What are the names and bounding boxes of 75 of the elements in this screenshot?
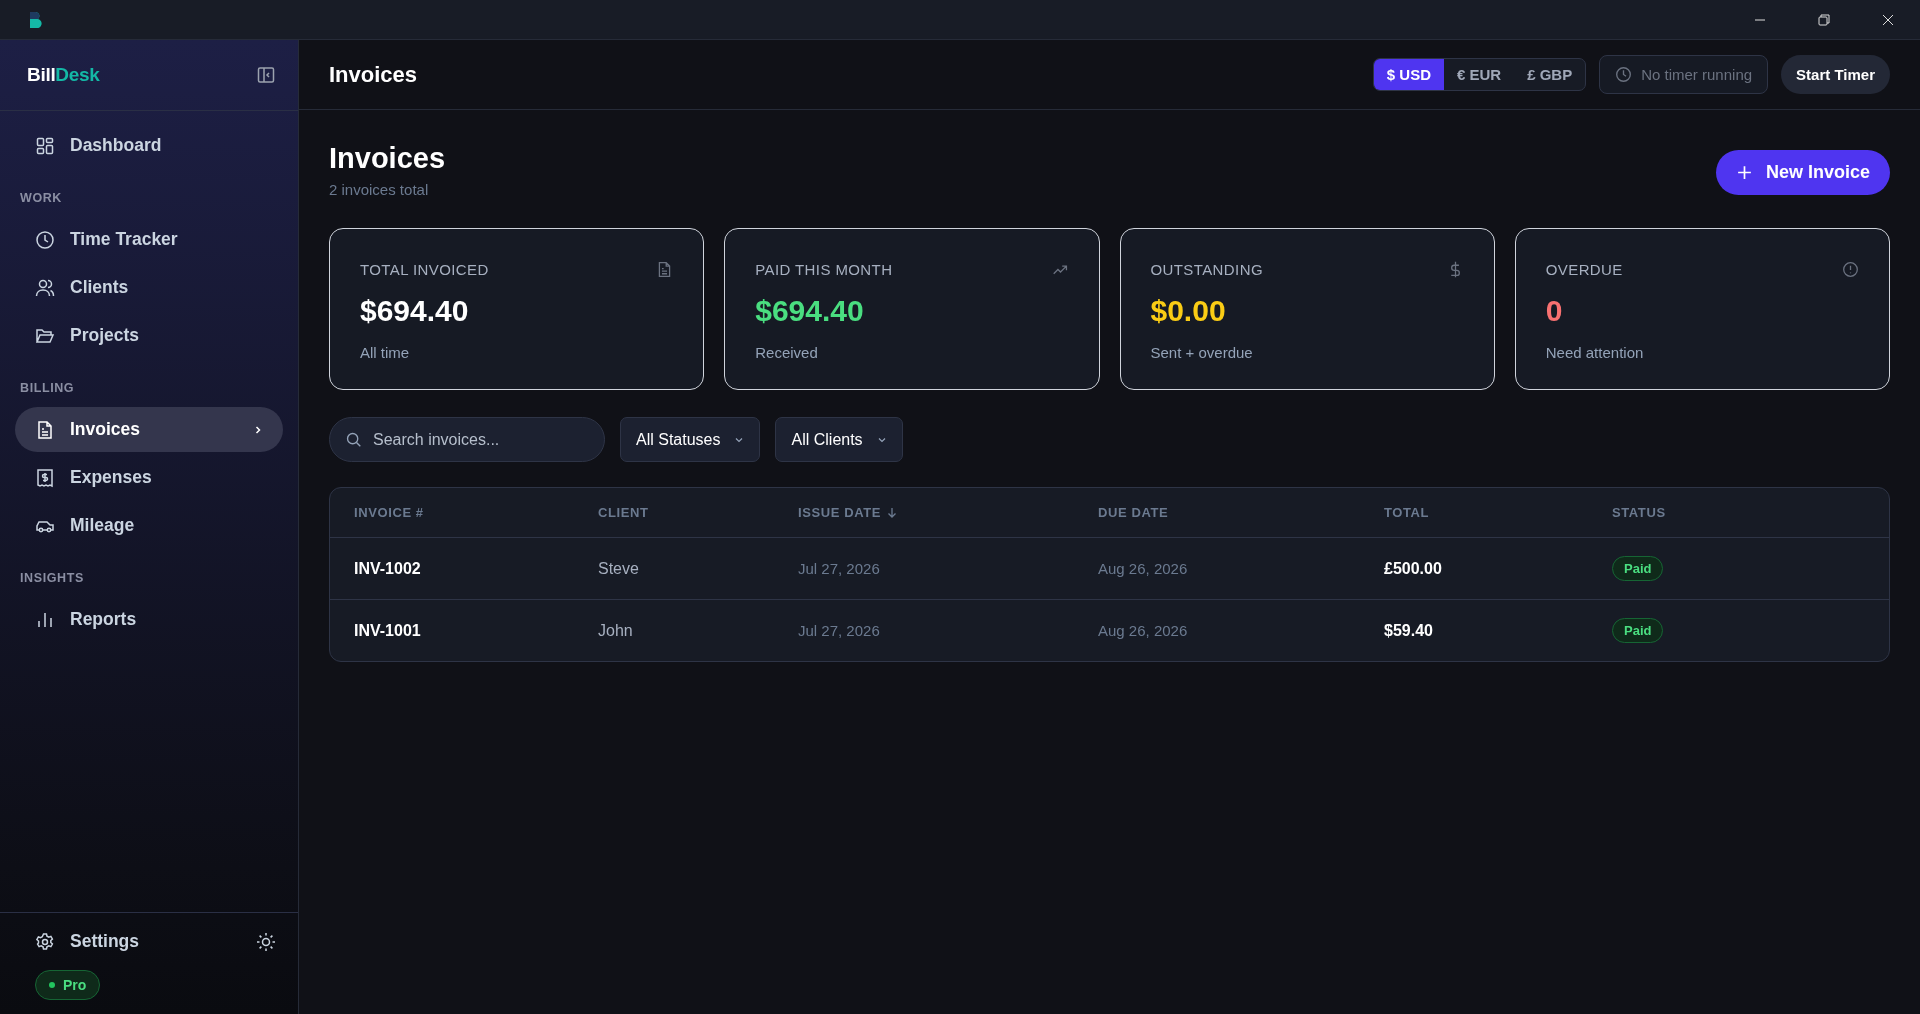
invoice-number: INV-1001 (354, 621, 421, 639)
invoice-row[interactable]: INV-1002 Steve Jul 27, 2026 Aug 26, 2026 £500.00 Paid (330, 537, 1889, 599)
nav-item[interactable]: Expenses (15, 455, 283, 500)
due-date: Aug 26, 2026 (1098, 559, 1188, 577)
nav-item[interactable]: Mileage (15, 503, 283, 548)
status-badge: Paid (1612, 618, 1664, 643)
due-date: Aug 26, 2026 (1098, 621, 1188, 639)
nav-section-heading: WORK (19, 190, 63, 207)
invoice-total: $59.40 (1384, 621, 1433, 639)
column-header[interactable]: DUE DATE (1098, 505, 1384, 520)
stat-note: All time (360, 344, 411, 361)
column-header[interactable]: ISSUE DATE (798, 505, 1098, 520)
users-icon (35, 277, 55, 298)
new-invoice-button[interactable]: New Invoice (1715, 150, 1890, 195)
invoice-count: 2 invoices total (329, 181, 430, 198)
app-logo-icon (28, 10, 42, 29)
stat-note: Sent + overdue (1150, 344, 1254, 361)
nav-section-heading: INSIGHTS (19, 570, 85, 587)
receipt-icon (35, 467, 55, 488)
settings-link[interactable]: Settings (15, 919, 160, 964)
plan-badge: Pro (35, 970, 101, 1000)
start-timer-button[interactable]: Start Timer (1781, 55, 1890, 94)
sort-down-icon (887, 506, 898, 519)
plus-icon (1735, 164, 1753, 181)
search-field[interactable]: Search invoices... (329, 417, 605, 462)
nav-item[interactable]: Dashboard (15, 123, 283, 168)
stat-value: $694.40 (755, 294, 865, 328)
page-title: Invoices (329, 142, 446, 175)
stat-label: TOTAL INVOICED (360, 261, 489, 278)
stat-label: PAID THIS MONTH (755, 261, 893, 278)
stat-label: OVERDUE (1545, 261, 1623, 278)
stat-label: OUTSTANDING (1150, 261, 1263, 278)
nav-item[interactable]: Invoices (15, 407, 283, 452)
timer-status: No timer running (1599, 55, 1769, 94)
sun-icon[interactable] (256, 931, 276, 952)
document-icon (35, 419, 55, 440)
status-badge: Paid (1612, 556, 1664, 581)
header-title: Invoices (329, 61, 418, 88)
clock-icon (35, 229, 55, 250)
grid-icon (35, 135, 55, 156)
currency-option[interactable]: £ GBP (1514, 59, 1586, 90)
invoice-row[interactable]: INV-1001 John Jul 27, 2026 Aug 26, 2026 $59.40 Paid (330, 599, 1889, 661)
stat-value: $0.00 (1150, 294, 1227, 328)
issue-date: Jul 27, 2026 (798, 621, 880, 639)
settings-icon (35, 931, 55, 952)
stat-value: 0 (1545, 294, 1564, 328)
alert-icon (1842, 261, 1859, 278)
stat-note: Need attention (1545, 344, 1645, 361)
column-header[interactable]: INVOICE # (354, 505, 598, 520)
currency-option[interactable]: € EUR (1444, 59, 1515, 90)
issue-date: Jul 27, 2026 (798, 559, 880, 577)
column-header[interactable]: TOTAL (1384, 505, 1612, 520)
nav-item[interactable]: Time Tracker (15, 217, 283, 262)
nav-item[interactable]: Reports (15, 597, 283, 642)
currency-option[interactable]: $ USD (1373, 59, 1444, 90)
invoice-number: INV-1002 (354, 559, 421, 577)
stat-value: $694.40 (360, 294, 470, 328)
status-filter-dropdown[interactable]: All Statuses (620, 417, 761, 462)
client-name: John (598, 621, 633, 639)
chevron-right-icon (253, 424, 263, 435)
column-header[interactable]: CLIENT (598, 505, 798, 520)
restore-icon[interactable] (1818, 13, 1830, 26)
nav-item[interactable]: Projects (15, 313, 283, 358)
client-filter-dropdown[interactable]: All Clients (775, 417, 903, 462)
nav-item[interactable]: Clients (15, 265, 283, 310)
client-name: Steve (598, 559, 639, 577)
invoice-total: £500.00 (1384, 559, 1442, 577)
nav-section-heading: BILLING (19, 380, 76, 397)
search-icon (345, 431, 362, 448)
brand-logo: BillDesk (27, 64, 100, 86)
collapse-sidebar-icon[interactable] (256, 65, 276, 85)
stat-note: Received (755, 344, 819, 361)
close-icon[interactable] (1882, 13, 1894, 26)
clock-icon (1615, 66, 1633, 83)
column-header[interactable]: STATUS (1612, 505, 1889, 520)
